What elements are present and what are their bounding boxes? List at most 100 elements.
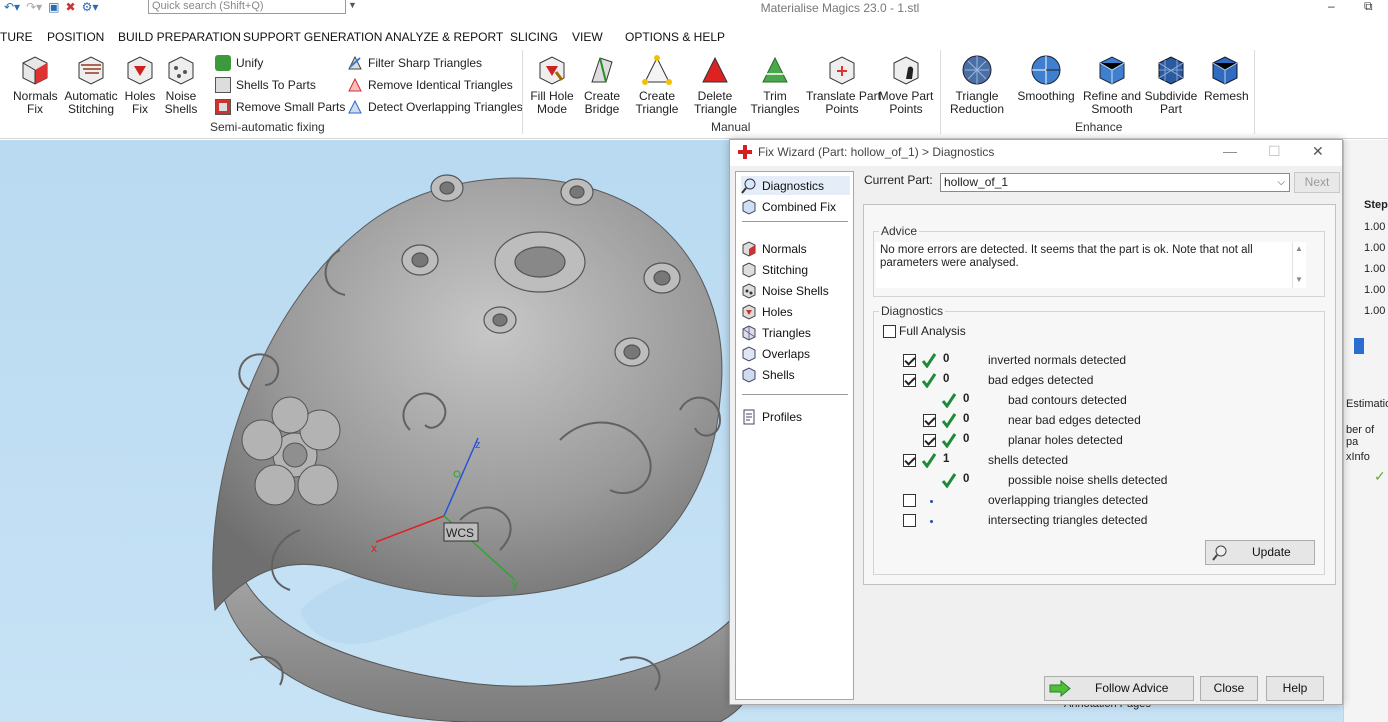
help-button[interactable]: Help [1266,676,1324,701]
planar-holes-label: planar holes detected [1008,433,1123,447]
menu-bar: TURE POSITION BUILD PREPARATION SUPPORT … [0,28,1388,46]
detect-overlapping-label: Detect Overlapping Triangles [368,100,523,114]
remove-identical-triangles-button[interactable]: Remove Identical Triangles [347,77,513,93]
full-analysis-checkbox[interactable] [883,325,896,338]
chevron-down-icon: ⌵ [1277,177,1285,188]
check-icon [921,373,937,388]
tab-view[interactable]: VIEW [572,30,603,44]
nav-label: Stitching [762,262,809,277]
tab-support-generation[interactable]: SUPPORT GENERATION [243,30,382,44]
dialog-close-button[interactable]: ✕ [1312,143,1324,160]
check-icon [941,473,957,488]
holes-fix-label: Holes Fix [124,89,156,116]
nav-item-combined-fix[interactable]: Combined Fix [741,197,836,216]
nav-item-noise-shells[interactable]: Noise Shells [741,281,829,300]
current-part-select[interactable]: hollow_of_1 ⌵ [940,173,1290,192]
cube-icon [742,198,756,215]
holes-fix-button[interactable]: Holes Fix [122,54,158,116]
advice-scrollbar[interactable]: ▲ ▼ [1292,242,1306,288]
slider-handle[interactable] [1354,338,1364,354]
nav-item-holes[interactable]: Holes [741,302,793,321]
unify-label: Unify [236,56,264,70]
right-side-panel: Step 1.00 1.00 1.00 1.00 1.00 Estimatio … [1343,140,1388,722]
noise-shells-cube-icon [742,282,756,299]
tab-fixture[interactable]: TURE [0,30,33,44]
overlapping-label: overlapping triangles detected [988,493,1149,507]
unify-button[interactable]: Unify [215,55,263,71]
trim-triangles-button[interactable]: Trim Triangles [750,54,800,116]
advice-title: Advice [879,224,920,238]
intersecting-checkbox[interactable] [903,514,916,527]
overlapping-checkbox[interactable] [903,494,916,507]
noise-shells-count: 0 [963,473,970,485]
nav-item-triangles[interactable]: Triangles [741,323,811,342]
inverted-normals-label: inverted normals detected [988,353,1127,367]
remove-small-parts-button[interactable]: Remove Small Parts [215,99,345,115]
translate-part-points-button[interactable]: Translate Part Points [806,54,881,116]
remesh-button[interactable]: Remesh [1204,54,1249,103]
refine-and-smooth-button[interactable]: Refine and Smooth [1082,54,1142,116]
tab-options-help[interactable]: OPTIONS & HELP [625,30,725,44]
smoothing-label: Smoothing [1017,89,1075,103]
create-triangle-button[interactable]: Create Triangle [634,54,680,116]
move-part-points-button[interactable]: Move Part Points [878,54,934,116]
subdivide-part-button[interactable]: Subdivide Part [1144,54,1198,116]
close-button[interactable]: Close [1200,676,1258,701]
tab-position[interactable]: POSITION [47,30,104,44]
dialog-title-bar: Fix Wizard (Part: hollow_of_1) > Diagnos… [730,140,1342,166]
delete-triangle-button[interactable]: Delete Triangle [694,54,737,116]
normals-cube-icon [742,240,756,257]
create-bridge-button[interactable]: Create Bridge [581,54,623,116]
planar-holes-checkbox[interactable] [923,434,936,447]
dialog-maximize-button[interactable]: ☐ [1268,143,1281,160]
tab-analyze-report[interactable]: ANALYZE & REPORT [385,30,503,44]
near-bad-edges-checkbox[interactable] [923,414,936,427]
detect-overlapping-triangles-button[interactable]: Detect Overlapping Triangles [347,99,523,115]
next-button[interactable]: Next [1294,172,1340,193]
nav-item-overlaps[interactable]: Overlaps [741,344,810,363]
magnifier-icon [1212,545,1227,561]
check-icon [941,393,957,408]
restore-button[interactable]: ⧉ [1364,0,1373,14]
shells-to-parts-icon [215,77,231,93]
nav-label: Triangles [762,325,811,340]
noise-shells-button[interactable]: Noise Shells [162,54,200,116]
noise-shells-icon [168,56,194,85]
nav-item-diagnostics[interactable]: Diagnostics [741,176,850,195]
minimize-button[interactable]: – [1328,0,1335,13]
unify-icon [215,55,231,71]
nav-item-profiles[interactable]: Profiles [741,407,802,426]
nav-item-stitching[interactable]: Stitching [741,260,808,279]
follow-advice-button[interactable]: Follow Advice [1044,676,1194,701]
diagnostics-title: Diagnostics [879,304,946,318]
refine-smooth-icon [1099,56,1125,85]
nav-item-normals[interactable]: Normals [741,239,807,258]
tab-slicing[interactable]: SLICING [510,30,558,44]
group-separator [940,50,941,134]
triangle-reduction-button[interactable]: Triangle Reduction [949,54,1005,116]
tab-build-preparation[interactable]: BUILD PREPARATION [118,30,241,44]
shells-checkbox[interactable] [903,454,916,467]
trim-triangles-label: Trim Triangles [750,89,800,116]
fill-hole-mode-button[interactable]: Fill Hole Mode [529,54,575,116]
nav-item-shells[interactable]: Shells [741,365,795,384]
dialog-title: Fix Wizard (Part: hollow_of_1) > Diagnos… [758,145,995,159]
status-dot [930,520,933,523]
group-label-semi-automatic: Semi-automatic fixing [210,120,325,134]
bad-edges-label: bad edges detected [988,373,1094,387]
nav-label: Overlaps [762,346,811,361]
update-button[interactable]: Update [1205,540,1315,565]
bad-edges-checkbox[interactable] [903,374,916,387]
profiles-icon [743,409,755,424]
nav-separator [742,394,848,395]
magnifier-icon [741,178,756,194]
inverted-normals-checkbox[interactable] [903,354,916,367]
group-label-manual: Manual [711,120,751,134]
shells-to-parts-button[interactable]: Shells To Parts [215,77,316,93]
normals-fix-button[interactable]: Normals Fix [13,54,58,116]
smoothing-button[interactable]: Smoothing [1016,54,1076,103]
filter-sharp-triangles-button[interactable]: Filter Sharp Triangles [347,55,482,71]
dialog-minimize-button[interactable]: — [1223,143,1237,159]
nav-separator [742,221,848,222]
automatic-stitching-button[interactable]: Automatic Stitching [63,54,119,116]
